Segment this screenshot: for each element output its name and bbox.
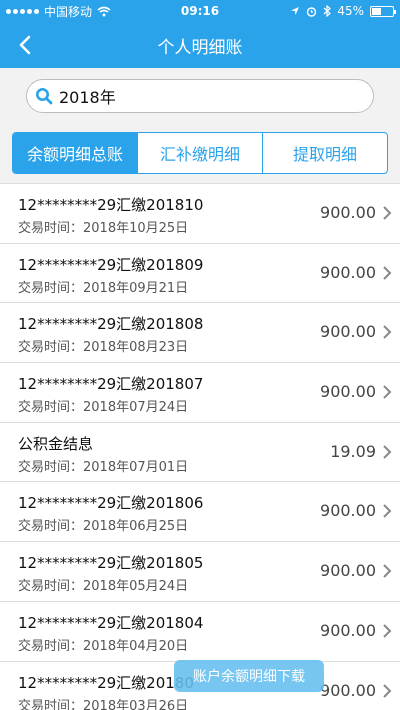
date-prefix: 交易时间： [18, 638, 84, 654]
transaction-title: 12********29汇缴201804 [18, 613, 204, 632]
transaction-amount: 900.00 [320, 561, 376, 581]
date-value: 2018年07月24日 [83, 400, 189, 416]
list-item[interactable]: 12********29汇缴201804 交易时间：2018年04月20日 900.… [0, 600, 400, 661]
date-prefix: 交易时间： [18, 280, 84, 296]
search-value: 2018年 [59, 88, 116, 107]
transaction-date: 交易时间：2018年07月24日 [18, 396, 188, 415]
tab-withdrawal-details[interactable]: 提取明细 [263, 133, 387, 173]
transaction-amount: 900.00 [320, 680, 376, 700]
transaction-amount: 900.00 [320, 382, 376, 402]
battery-icon [370, 5, 396, 17]
transaction-date: 交易时间：2018年07月01日 [18, 456, 188, 475]
tab-bar: 余额明细总账 汇补缴明细 提取明细 [12, 132, 388, 174]
transaction-title: 12********29汇缴201809 [18, 255, 204, 274]
chevron-right-icon [383, 325, 392, 340]
chevron-right-icon [383, 385, 392, 399]
transaction-date: 交易时间：2018年08月23日 [18, 336, 188, 355]
transaction-date: 交易时间：2018年09月21日 [18, 277, 188, 296]
chevron-right-icon [383, 206, 392, 220]
transaction-amount: 900.00 [320, 262, 376, 282]
transaction-title: 12********29汇缴201810 [18, 196, 204, 214]
transaction-amount: 900.00 [320, 322, 376, 342]
transaction-date: 交易时间：2018年03月26日 [18, 695, 188, 710]
transaction-date: 交易时间：2018年05月24日 [18, 575, 188, 594]
transaction-amount: 900.00 [320, 620, 376, 640]
tab-balance-ledger[interactable]: 余额明细总账 [13, 133, 138, 173]
date-prefix: 交易时间： [18, 340, 84, 356]
date-prefix: 交易时间： [18, 579, 84, 595]
transaction-title: 12********29汇缴20180 [18, 673, 194, 692]
chevron-right-icon [383, 265, 392, 280]
transaction-date: 交易时间：2018年10月25日 [18, 217, 188, 236]
tab-remittance-details[interactable]: 汇补缴明细 [138, 133, 263, 173]
date-value: 2018年10月25日 [83, 221, 189, 236]
list-item[interactable]: 12********29汇缴201805 交易时间：2018年05月24日 900.… [0, 541, 400, 601]
date-prefix: 交易时间： [18, 459, 84, 475]
transaction-title: 公积金结息 [18, 434, 94, 453]
date-value: 2018年05月24日 [83, 579, 189, 595]
list-item[interactable]: 12********29汇缴201809 交易时间：2018年09月21日 900.… [0, 242, 400, 303]
app-header: 中国移动 09:16 45% 个人明细账 [0, 0, 400, 68]
nav-bar: 个人明细账 [0, 22, 400, 68]
date-value: 2018年03月26日 [83, 698, 189, 710]
back-button[interactable] [10, 30, 40, 60]
transaction-list: 12********29汇缴201810 交易时间：2018年10月25日 900.… [0, 183, 400, 710]
download-statement-button[interactable]: 账户余额明细下载 [174, 660, 324, 692]
page-title: 个人明细账 [157, 37, 243, 58]
list-item[interactable]: 12********29汇缴201807 交易时间：2018年07月24日 900.… [0, 362, 400, 422]
chevron-right-icon [383, 564, 392, 578]
list-item[interactable]: 12********29汇缴201808 交易时间：2018年08月23日 900.… [0, 302, 400, 362]
search-input[interactable]: 2018年 [26, 79, 374, 113]
date-value: 2018年06月25日 [83, 519, 189, 535]
date-value: 2018年08月23日 [83, 340, 189, 356]
chevron-right-icon [383, 445, 392, 459]
chevron-right-icon [383, 683, 392, 698]
transaction-date: 交易时间：2018年04月20日 [18, 635, 188, 654]
date-value: 2018年04月20日 [83, 638, 189, 654]
chevron-right-icon [383, 624, 392, 638]
transaction-title: 12********29汇缴201808 [18, 315, 204, 334]
list-item[interactable]: 12********29汇缴201810 交易时间：2018年10月25日 900.… [0, 183, 400, 243]
date-value: 2018年07月01日 [83, 459, 189, 475]
date-prefix: 交易时间： [18, 519, 84, 535]
list-item[interactable]: 12********29汇缴201806 交易时间：2018年06月25日 900.… [0, 481, 400, 541]
search-icon [36, 88, 53, 105]
transaction-title: 12********29汇缴201805 [18, 554, 204, 573]
transaction-amount: 900.00 [320, 501, 376, 521]
transaction-amount: 900.00 [320, 203, 376, 222]
date-value: 2018年09月21日 [83, 280, 189, 296]
transaction-amount: 19.09 [330, 441, 376, 461]
date-prefix: 交易时间： [18, 221, 84, 236]
transaction-title: 12********29汇缴201806 [18, 494, 204, 513]
date-prefix: 交易时间： [18, 400, 84, 416]
filter-area: 2018年 余额明细总账 汇补缴明细 提取明细 [0, 68, 400, 183]
transaction-title: 12********29汇缴201807 [18, 375, 204, 394]
status-bar: 中国移动 09:16 45% [0, 0, 400, 22]
transaction-date: 交易时间：2018年06月25日 [18, 515, 188, 534]
chevron-left-icon [19, 35, 31, 55]
list-item[interactable]: 公积金结息交易时间：2018年07月01日 19.09 [0, 421, 400, 482]
status-time: 09:16 [180, 4, 220, 18]
chevron-right-icon [383, 504, 392, 519]
date-prefix: 交易时间： [18, 698, 84, 710]
